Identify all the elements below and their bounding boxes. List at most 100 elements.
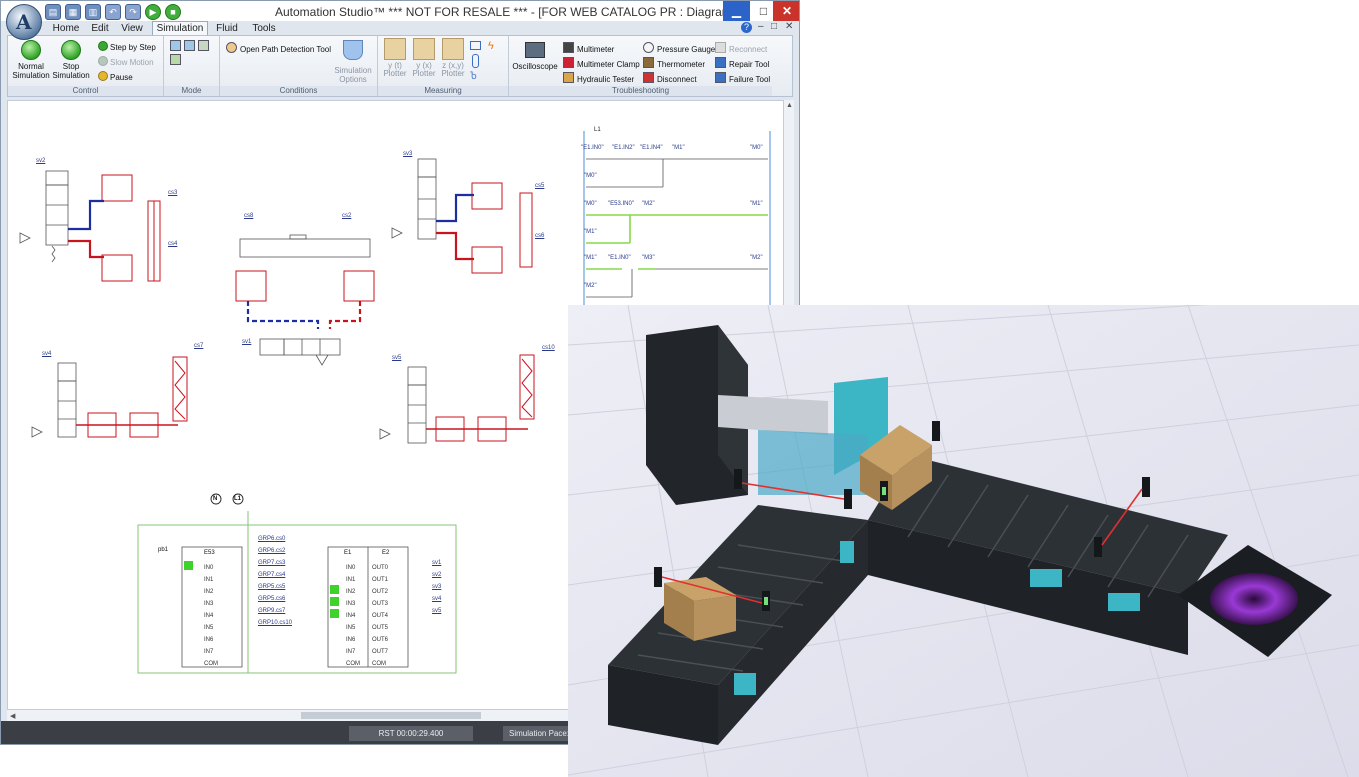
rung1-contact-3[interactable]: "E1.IN4" [640,145,663,151]
stop-icon[interactable]: ■ [165,4,181,20]
valve-label-sv3[interactable]: sv3 [403,151,412,157]
multimeter-clamp-button[interactable]: Multimeter Clamp [563,57,640,69]
out-sv1[interactable]: sv1 [432,557,441,569]
tab-tools[interactable]: Tools [249,22,279,35]
rung3-contact-2[interactable]: "E1.IN0" [608,255,631,261]
zxy-plotter-button[interactable]: z (x,y) Plotter [440,38,466,78]
rung1-contact-4[interactable]: "M1" [672,145,685,151]
grp-label-7[interactable]: GRP9.cs7 [258,605,292,617]
sensor-icon[interactable] [472,54,479,68]
play-icon[interactable]: ▶ [145,4,161,20]
rung1-contact-1[interactable]: "E1.IN0" [581,145,604,151]
tab-edit[interactable]: Edit [87,22,113,35]
out-sv4[interactable]: sv4 [432,593,441,605]
oscilloscope-button[interactable]: Oscilloscope [511,42,559,71]
tab-view[interactable]: View [117,22,147,35]
repair-tool-button[interactable]: Repair Tool [715,57,769,69]
sensor-label-cs4[interactable]: cs4 [168,241,177,247]
rung1b-contact[interactable]: "M0" [584,173,597,179]
app-logo-icon[interactable] [6,4,42,40]
grp-label-3[interactable]: GRP7.cs3 [258,557,292,569]
document-restore-icon[interactable]: □ [771,21,777,32]
tester-icon[interactable]: Ⴆ [470,71,477,82]
multimeter-button[interactable]: Multimeter [563,42,614,54]
scroll-left-icon[interactable]: ◀ [10,712,15,720]
cylinder-center[interactable] [239,238,371,258]
sensor-label-cs3[interactable]: cs3 [168,190,177,196]
tab-home[interactable]: Home [46,22,86,35]
lightning-icon[interactable]: ϟ [488,40,494,52]
yt-plotter-button[interactable]: y (t) Plotter [382,38,408,78]
grp-label-6[interactable]: GRP5.cs6 [258,593,292,605]
help-icon[interactable]: ? [741,22,752,33]
horizontal-scroll-thumb[interactable] [301,712,481,719]
print-icon[interactable]: ▥ [85,4,101,20]
sensor-label-cs10[interactable]: cs10 [542,345,555,351]
reconnect-button[interactable]: Reconnect [715,42,767,54]
scroll-up-icon[interactable]: ▲ [786,102,793,109]
tab-fluid[interactable]: Fluid [211,22,243,35]
step-by-step-button[interactable]: Step by Step [98,41,156,52]
valve-label-sv2[interactable]: sv2 [36,158,45,164]
tab-simulation[interactable]: Simulation [152,21,208,35]
close-button[interactable]: ✕ [773,1,799,21]
grp-label-1[interactable]: GRP6.cs0 [258,533,292,545]
probe-icon[interactable] [470,41,481,50]
open-icon[interactable]: ▦ [65,4,81,20]
rung3b-contact[interactable]: "M2" [584,283,597,289]
grp-label-2[interactable]: GRP6.cs2 [258,545,292,557]
thermometer-button[interactable]: Thermometer [643,57,705,69]
open-path-detection-button[interactable]: Open Path Detection Tool [226,42,331,54]
document-close-icon[interactable]: ✕ [785,21,793,32]
mode-button-1[interactable] [170,40,212,52]
e1-in6: IN6 [346,637,356,643]
undo-icon[interactable]: ↶ [105,4,121,20]
yx-plotter-button[interactable]: y (x) Plotter [411,38,437,78]
simulation-options-button[interactable]: Simulation Options [332,40,374,84]
sensor-label-cs7[interactable]: cs7 [194,343,203,349]
module-e1-label: E1 [344,550,352,556]
valve-label-sv1[interactable]: sv1 [242,339,251,345]
disconnect-button[interactable]: Disconnect [643,72,697,84]
valve-label-sv4[interactable]: sv4 [42,351,51,357]
pause-button[interactable]: Pause [98,71,133,82]
valve-sv2-solenoid[interactable] [45,170,69,186]
sensor-label-cs5[interactable]: cs5 [535,183,544,189]
e1-input-list: IN0 IN1 IN2 IN3 IN4 IN5 IN6 IN7 COM [346,562,360,670]
rung2-coil[interactable]: "M1" [750,201,763,207]
normal-simulation-button[interactable]: Normal Simulation [12,40,50,80]
slow-motion-button[interactable]: Slow Motion [98,56,154,67]
redo-icon[interactable]: ↷ [125,4,141,20]
hydraulic-tester-button[interactable]: Hydraulic Tester [563,72,634,84]
rung2-contact-3[interactable]: "M2" [642,201,655,207]
sensor-label-cs8[interactable]: cs8 [244,213,253,219]
out-sv2[interactable]: sv2 [432,569,441,581]
sensor-label-cs6[interactable]: cs6 [535,233,544,239]
save-icon[interactable]: ▤ [45,4,61,20]
rung2b-contact[interactable]: "M1" [584,229,597,235]
rung1-contact-2[interactable]: "E1.IN2" [612,145,635,151]
rung3-coil[interactable]: "M2" [750,255,763,261]
document-minimize-icon[interactable]: – [758,21,764,32]
valve-sv2-body[interactable] [45,184,69,246]
pressure-gauge-button[interactable]: Pressure Gauge [643,42,715,54]
mode-button-2[interactable] [170,54,184,66]
grp-label-4[interactable]: GRP7.cs4 [258,569,292,581]
grp-label-8[interactable]: GRP10.cs10 [258,617,292,629]
rung2-contact-2[interactable]: "E53.IN0" [608,201,634,207]
e1-in3: IN3 [346,601,356,607]
rung2-contact-1[interactable]: "M0" [584,201,597,207]
minimize-button[interactable]: ▁ [723,1,750,21]
sim-options-label-1: Simulation [334,66,372,75]
failure-tool-button[interactable]: Failure Tool [715,72,770,84]
rung3-contact-1[interactable]: "M1" [584,255,597,261]
pushbutton-label[interactable]: pb1 [158,547,168,553]
rung3-contact-3[interactable]: "M3" [642,255,655,261]
sensor-label-cs2[interactable]: cs2 [342,213,351,219]
grp-label-5[interactable]: GRP5.cs5 [258,581,292,593]
out-sv5[interactable]: sv5 [432,605,441,617]
rung1-coil[interactable]: "M0" [750,145,763,151]
out-sv3[interactable]: sv3 [432,581,441,593]
valve-label-sv5[interactable]: sv5 [392,355,401,361]
stop-simulation-button[interactable]: Stop Simulation [52,40,90,80]
